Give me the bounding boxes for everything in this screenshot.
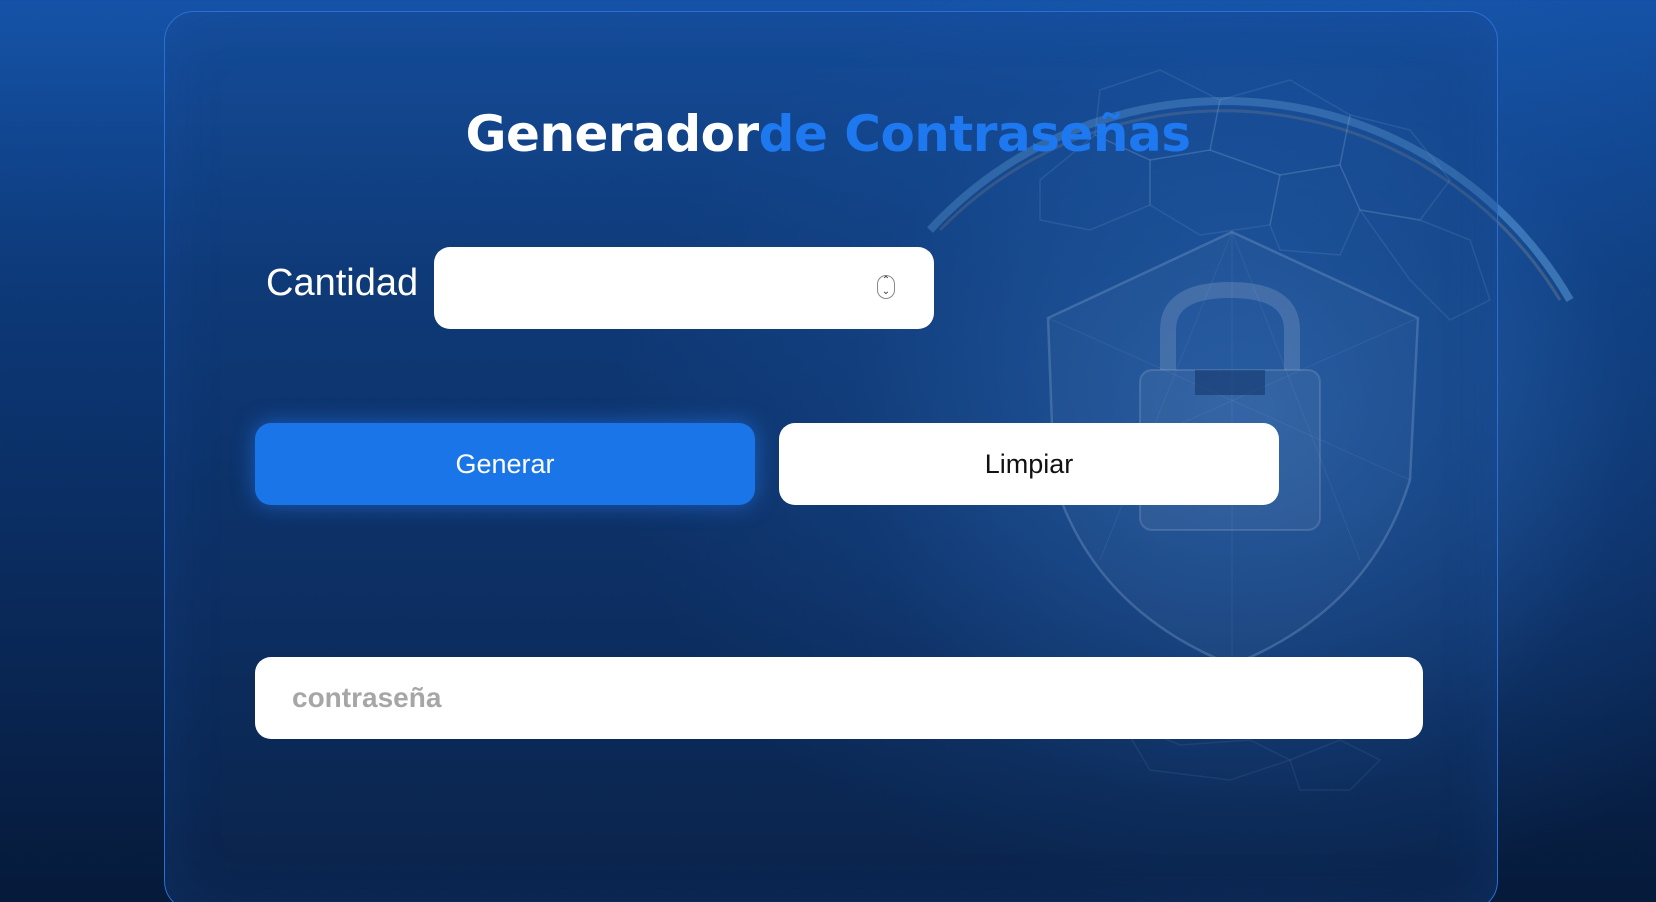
generate-button[interactable]: Generar (255, 423, 755, 505)
password-placeholder: contraseña (292, 682, 442, 713)
number-spinner-icon[interactable]: ⌃ ⌄ (877, 275, 895, 299)
password-output-field[interactable]: contraseña (255, 657, 1423, 739)
chevron-down-icon[interactable]: ⌄ (878, 287, 894, 298)
page-title: Generadorde Contraseñas (0, 105, 1656, 163)
quantity-label: Cantidad (266, 262, 419, 304)
title-part-generator: Generador (465, 105, 760, 163)
title-part-passwords: de Contraseñas (758, 105, 1191, 163)
quantity-input[interactable] (434, 247, 934, 329)
clear-button[interactable]: Limpiar (779, 423, 1279, 505)
